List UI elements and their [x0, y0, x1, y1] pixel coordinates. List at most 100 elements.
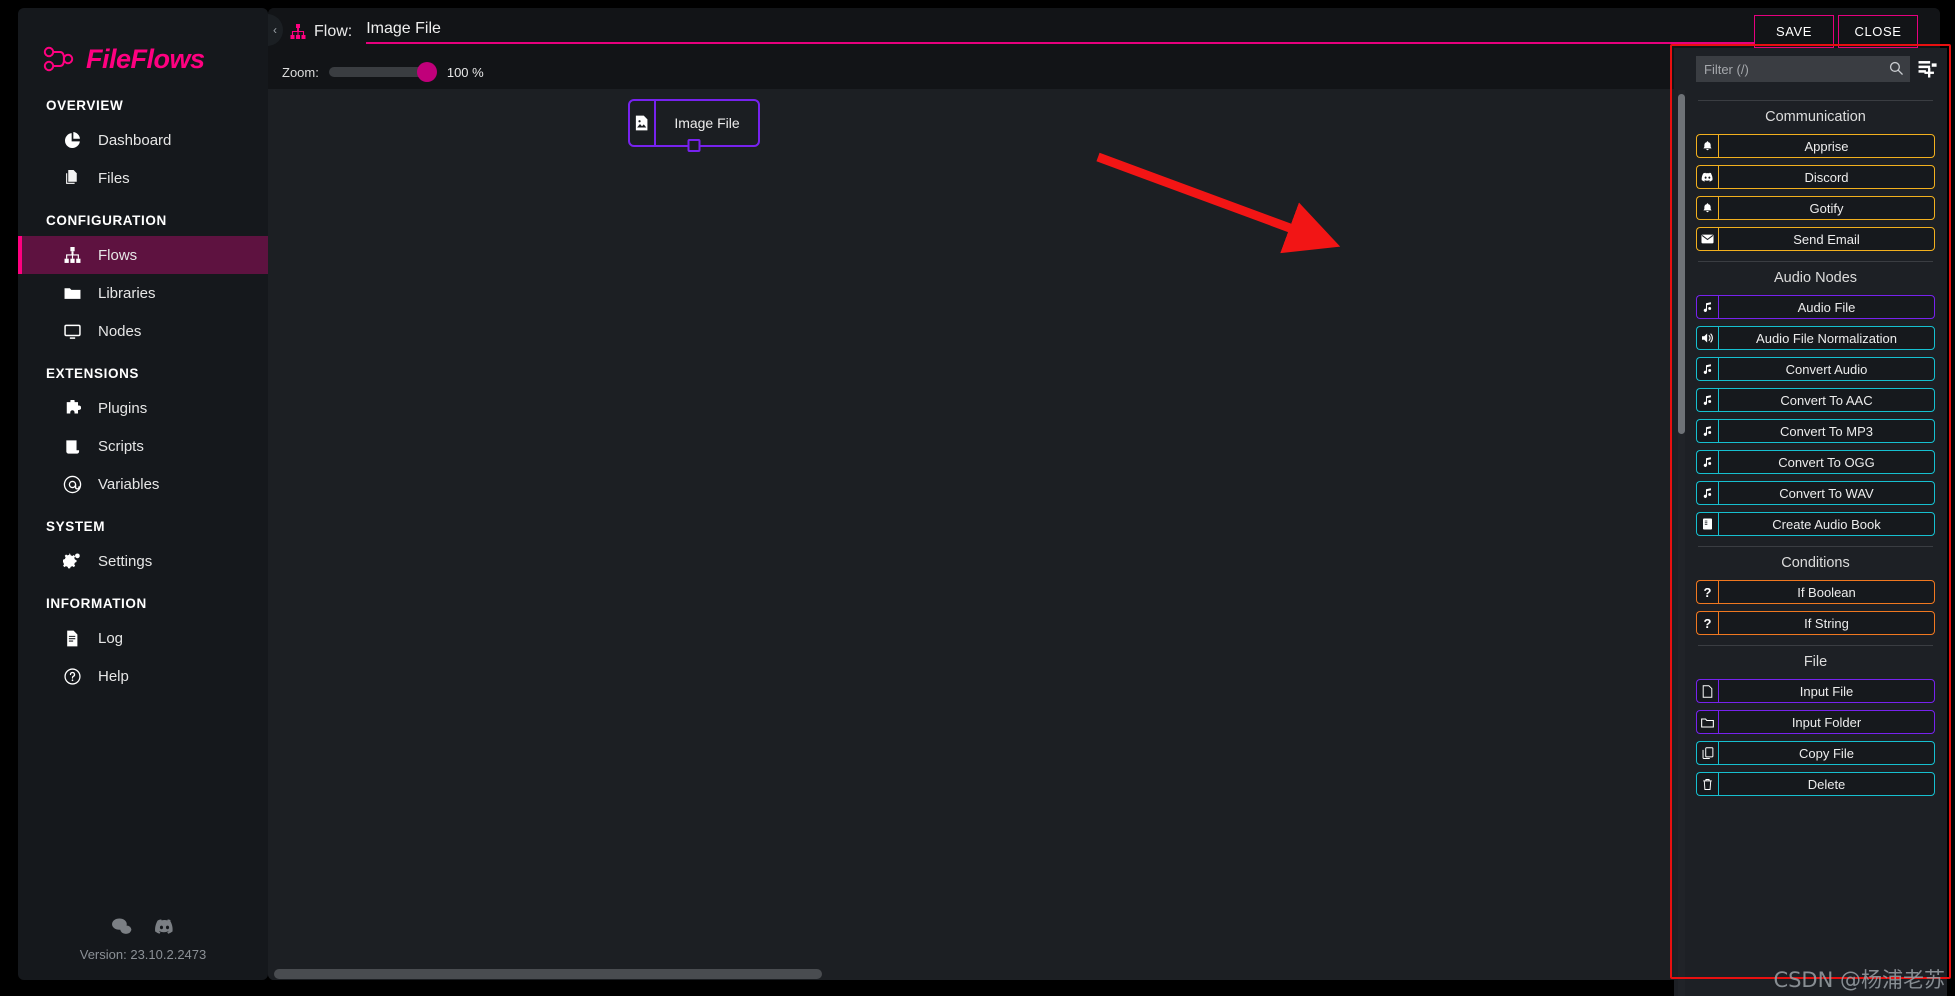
flow-node-image-file[interactable]: Image File: [628, 99, 760, 152]
chevron-left-icon[interactable]: ‹: [268, 14, 283, 46]
filter-box[interactable]: [1696, 56, 1910, 82]
palette-node-gotify[interactable]: Gotify: [1696, 196, 1935, 220]
palette-node-label: Copy File: [1718, 741, 1935, 765]
file-icon: [1696, 679, 1718, 703]
sidebar-item-files[interactable]: Files: [18, 159, 268, 197]
zoom-slider[interactable]: [328, 62, 437, 82]
at-sign-icon: [62, 474, 82, 494]
social-links: [18, 916, 268, 937]
palette-node-apprise[interactable]: Apprise: [1696, 134, 1935, 158]
palette-node-discord[interactable]: Discord: [1696, 165, 1935, 189]
palette-node-label: Convert To MP3: [1718, 419, 1935, 443]
palette-scrollbar-thumb[interactable]: [1678, 94, 1685, 434]
sidebar-item-label: Dashboard: [98, 131, 172, 149]
files-icon: [62, 168, 82, 188]
envelope-icon: [1696, 227, 1718, 251]
bell-filled-icon: [1696, 196, 1718, 220]
flow-name-underline: [366, 41, 1754, 44]
palette-node-convert-audio[interactable]: Convert Audio: [1696, 357, 1935, 381]
palette-node-label: Send Email: [1718, 227, 1935, 251]
music-note-icon: [1696, 419, 1718, 443]
palette-node-delete[interactable]: Delete: [1696, 772, 1935, 796]
palette-node-convert-to-aac[interactable]: Convert To AAC: [1696, 388, 1935, 412]
palette-node-label: Convert To OGG: [1718, 450, 1935, 474]
bell-icon: [1696, 134, 1718, 158]
filter-input[interactable]: [1696, 56, 1910, 82]
copy-icon: [1696, 741, 1718, 765]
sidebar-item-label: Plugins: [98, 399, 148, 417]
save-button[interactable]: SAVE: [1754, 15, 1834, 48]
music-note-icon: [1696, 450, 1718, 474]
image-file-icon: [630, 101, 656, 145]
palette-node-label: Convert To WAV: [1718, 481, 1935, 505]
palette-node-convert-to-mp3[interactable]: Convert To MP3: [1696, 419, 1935, 443]
palette-scroll-area[interactable]: Communication Apprise Discord Gotify Sen…: [1674, 90, 1947, 996]
sidebar-footer: Version: 23.10.2.2473: [18, 916, 268, 962]
sidebar-section-information: INFORMATION: [46, 596, 147, 611]
palette-node-if-boolean[interactable]: ? If Boolean: [1696, 580, 1935, 604]
sitemap-icon: [62, 245, 82, 265]
palette-node-audio-file[interactable]: Audio File: [1696, 295, 1935, 319]
sidebar-item-libraries[interactable]: Libraries: [18, 274, 268, 312]
folder-icon: [1696, 710, 1718, 734]
sidebar-item-help[interactable]: Help: [18, 657, 268, 695]
palette-node-label: Gotify: [1718, 196, 1935, 220]
brand-name: FileFlows: [86, 43, 205, 74]
pie-chart-icon: [62, 130, 82, 150]
discord-icon[interactable]: [154, 916, 175, 937]
palette-node-input-folder[interactable]: Input Folder: [1696, 710, 1935, 734]
sidebar: FileFlows OVERVIEW Dashboard Files CONFI…: [18, 8, 268, 980]
monitor-icon: [62, 321, 82, 341]
flow-name-field[interactable]: [366, 19, 1754, 44]
book-icon: [1696, 512, 1718, 536]
sidebar-item-flows[interactable]: Flows: [18, 236, 268, 274]
folder-icon: [62, 283, 82, 303]
sidebar-item-dashboard[interactable]: Dashboard: [18, 121, 268, 159]
forum-icon[interactable]: [111, 916, 132, 937]
palette-node-copy-file[interactable]: Copy File: [1696, 741, 1935, 765]
palette-node-label: Input File: [1718, 679, 1935, 703]
sidebar-item-plugins[interactable]: Plugins: [18, 389, 268, 427]
sidebar-item-nodes[interactable]: Nodes: [18, 312, 268, 350]
close-button[interactable]: CLOSE: [1838, 15, 1918, 48]
palette-node-input-file[interactable]: Input File: [1696, 679, 1935, 703]
palette-group-title-conditions: Conditions: [1781, 555, 1850, 571]
puzzle-icon: [62, 398, 82, 418]
palette-node-label: Audio File Normalization: [1718, 326, 1935, 350]
gears-icon: [62, 551, 82, 571]
palette-node-label: Convert Audio: [1718, 357, 1935, 381]
brand-logo[interactable]: FileFlows: [18, 8, 268, 82]
sidebar-section-configuration: CONFIGURATION: [46, 213, 167, 228]
palette-node-label: Convert To AAC: [1718, 388, 1935, 412]
sidebar-item-label: Nodes: [98, 322, 142, 340]
sidebar-item-scripts[interactable]: Scripts: [18, 427, 268, 465]
palette-node-convert-to-ogg[interactable]: Convert To OGG: [1696, 450, 1935, 474]
sidebar-item-log[interactable]: Log: [18, 619, 268, 657]
flow-name-input[interactable]: [366, 19, 1754, 44]
palette-node-if-string[interactable]: ? If String: [1696, 611, 1935, 635]
zoom-label: Zoom:: [282, 64, 319, 80]
question-circle-icon: [62, 666, 82, 686]
palette-groups: Communication Apprise Discord Gotify Sen…: [1674, 100, 1947, 796]
music-note-icon: [1696, 388, 1718, 412]
node-palette: Communication Apprise Discord: [1674, 48, 1947, 996]
palette-node-convert-to-wav[interactable]: Convert To WAV: [1696, 481, 1935, 505]
palette-node-audio-file-normalization[interactable]: Audio File Normalization: [1696, 326, 1935, 350]
sidebar-nav: OVERVIEW Dashboard Files CONFIGURATION F…: [18, 82, 268, 695]
canvas-scrollbar-thumb[interactable]: [274, 969, 822, 979]
sidebar-section-overview: OVERVIEW: [46, 98, 124, 113]
sidebar-item-label: Settings: [98, 552, 153, 570]
flow-node-output-port[interactable]: [687, 139, 701, 152]
palette-node-create-audio-book[interactable]: Create Audio Book: [1696, 512, 1935, 536]
sitemap-icon: [290, 23, 306, 40]
palette-node-label: If Boolean: [1718, 580, 1935, 604]
version-label: Version: 23.10.2.2473: [79, 947, 207, 962]
sidebar-item-variables[interactable]: Variables: [18, 465, 268, 503]
palette-node-send-email[interactable]: Send Email: [1696, 227, 1935, 251]
add-node-icon[interactable]: [1918, 60, 1937, 79]
sidebar-item-settings[interactable]: Settings: [18, 542, 268, 580]
zoom-slider-handle[interactable]: [416, 62, 437, 82]
app-root: FileFlows OVERVIEW Dashboard Files CONFI…: [0, 0, 1955, 996]
palette-node-label: Audio File: [1718, 295, 1935, 319]
search-icon[interactable]: [1889, 61, 1903, 80]
